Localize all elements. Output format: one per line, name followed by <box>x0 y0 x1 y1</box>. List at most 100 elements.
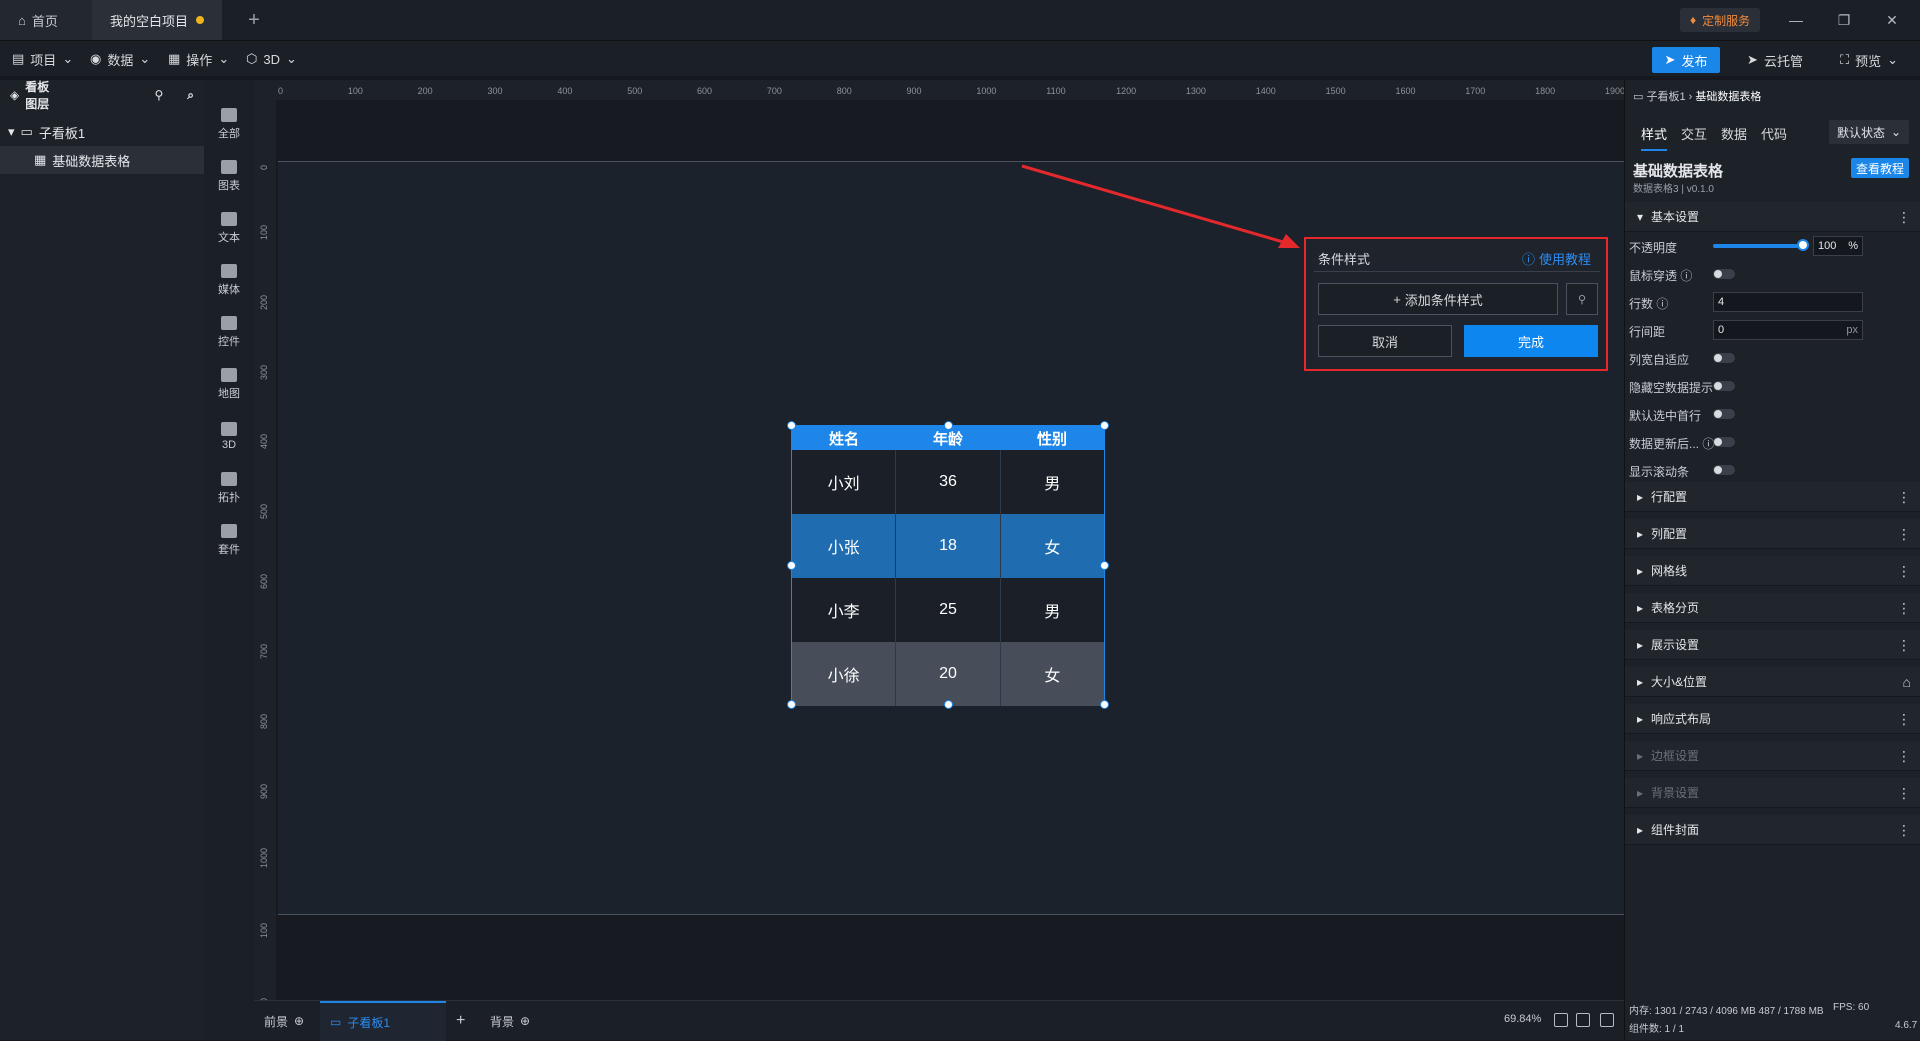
add-condition-button[interactable]: + 添加条件样式 <box>1318 283 1558 315</box>
prop-mouse-through: 鼠标穿透 ⓘ <box>1625 260 1920 288</box>
section-5[interactable]: ▸ 大小&位置 ⌂ <box>1625 667 1920 697</box>
component-category-2[interactable]: 文本 <box>204 202 254 254</box>
keyboard-icon[interactable] <box>1576 1013 1590 1027</box>
more-icon[interactable]: ⋮ <box>1897 209 1911 226</box>
layer-item-table[interactable]: ▦ 基础数据表格 <box>0 146 204 174</box>
scrollbar-toggle[interactable] <box>1713 465 1735 475</box>
resize-handle[interactable] <box>944 700 953 709</box>
section-6[interactable]: ▸ 响应式布局 ⋮ <box>1625 704 1920 734</box>
table-header-cell: 姓名 <box>828 430 859 448</box>
component-category-1[interactable]: 图表 <box>204 150 254 202</box>
tab-home[interactable]: ⌂ 首页 <box>0 0 92 40</box>
fullscreen-icon: ⛶ <box>1839 52 1850 67</box>
layer-item-board[interactable]: ▾ ▭ 子看板1 <box>0 118 204 146</box>
minimize-button[interactable]: — <box>1772 0 1820 40</box>
table-cell: 男 <box>1044 604 1061 621</box>
tab-data[interactable]: 数据 <box>1721 124 1747 143</box>
tutorial-link[interactable]: ⓘ 使用教程 <box>1522 249 1591 268</box>
section-1[interactable]: ▸ 列配置 ⋮ <box>1625 519 1920 549</box>
more-icon[interactable]: ⋮ <box>1897 785 1911 802</box>
mouse-through-toggle[interactable] <box>1713 269 1735 279</box>
component-category-8[interactable]: 套件 <box>204 514 254 566</box>
close-button[interactable]: ✕ <box>1868 0 1916 40</box>
table-row[interactable]: 小刘 36 男 <box>792 450 1104 514</box>
terminal-icon[interactable] <box>1600 1013 1614 1027</box>
section-2[interactable]: ▸ 网格线 ⋮ <box>1625 556 1920 586</box>
tab-interaction[interactable]: 交互 <box>1681 124 1707 143</box>
tab-foreground[interactable]: 前景 ⊕ <box>264 1001 304 1041</box>
tab-style[interactable]: 样式 <box>1641 124 1668 151</box>
component-category-7[interactable]: 拓扑 <box>204 462 254 514</box>
resize-handle[interactable] <box>1100 421 1109 430</box>
rows-input[interactable]: 4 <box>1713 292 1863 312</box>
section-basic[interactable]: ▾ 基本设置 ⋮ <box>1625 202 1920 232</box>
menu-data[interactable]: ◉ 数据 ⌄ <box>90 41 150 77</box>
custom-service-button[interactable]: ♦ 定制服务 <box>1680 8 1761 32</box>
cancel-button[interactable]: 取消 <box>1318 325 1452 357</box>
resize-handle[interactable] <box>787 561 796 570</box>
tab-background[interactable]: 背景 ⊕ <box>490 1001 530 1041</box>
more-icon[interactable]: ⋮ <box>1897 526 1911 543</box>
add-tab-button[interactable]: + <box>236 0 272 40</box>
resize-handle[interactable] <box>1100 700 1109 709</box>
caret-right-icon: ▸ <box>1637 526 1644 541</box>
publish-button[interactable]: ➤ 发布 <box>1652 47 1720 73</box>
more-icon[interactable]: ⋮ <box>1897 637 1911 654</box>
state-select[interactable]: 默认状态 ⌄ <box>1829 120 1909 144</box>
view-tutorial-button[interactable]: 查看教程 <box>1851 158 1909 178</box>
data-table-widget[interactable]: 姓名 年龄 性别 小刘 36 男 小张 18 女 小李 25 男 小徐 20 女 <box>787 421 1109 709</box>
resize-handle[interactable] <box>1100 561 1109 570</box>
tab-project[interactable]: 我的空白项目 <box>92 0 222 40</box>
menu-3d[interactable]: ⬡ 3D ⌄ <box>246 41 297 77</box>
more-icon[interactable]: ⋮ <box>1897 563 1911 580</box>
section-0[interactable]: ▸ 行配置 ⋮ <box>1625 482 1920 512</box>
more-icon[interactable]: ⋮ <box>1897 600 1911 617</box>
row-gap-input[interactable]: 0 px <box>1713 320 1863 340</box>
table-row[interactable]: 小张 18 女 <box>792 514 1104 578</box>
table-row[interactable]: 小李 25 男 <box>792 578 1104 642</box>
plus-circle-icon[interactable]: ⊕ <box>520 1014 530 1028</box>
component-category-0[interactable]: 全部 <box>204 98 254 150</box>
more-icon[interactable]: ⋮ <box>1897 822 1911 839</box>
menu-project[interactable]: ▤ 项目 ⌄ <box>12 41 73 77</box>
more-icon[interactable]: ⋮ <box>1897 711 1911 728</box>
ruler-tick-label: 500 <box>259 504 269 520</box>
resize-handle[interactable] <box>944 421 953 430</box>
filter-icon[interactable]: ⚲ <box>154 88 163 102</box>
opacity-slider[interactable] <box>1713 244 1803 248</box>
opacity-slider-thumb[interactable] <box>1797 239 1809 251</box>
component-category-6[interactable]: 3D <box>204 410 254 462</box>
section-3[interactable]: ▸ 表格分页 ⋮ <box>1625 593 1920 623</box>
component-category-3[interactable]: 媒体 <box>204 254 254 306</box>
add-board-button[interactable]: + <box>456 1001 465 1041</box>
section-4[interactable]: ▸ 展示设置 ⋮ <box>1625 630 1920 660</box>
plus-circle-icon[interactable]: ⊕ <box>294 1014 304 1028</box>
select-first-toggle[interactable] <box>1713 409 1735 419</box>
zoom-level[interactable]: 69.84% <box>1504 1013 1541 1025</box>
component-category-4[interactable]: 控件 <box>204 306 254 358</box>
preview-button[interactable]: ⛶ 预览 ⌄ <box>1824 47 1914 73</box>
col-auto-toggle[interactable] <box>1713 353 1735 363</box>
opacity-input[interactable]: 100% <box>1813 236 1863 256</box>
resize-handle[interactable] <box>787 421 796 430</box>
tab-board[interactable]: ▭ 子看板1 <box>320 1001 446 1041</box>
data-update-toggle[interactable] <box>1713 437 1735 447</box>
restore-button[interactable]: ❐ <box>1820 0 1868 40</box>
tab-code[interactable]: 代码 <box>1761 124 1787 143</box>
section-9[interactable]: ▸ 组件封面 ⋮ <box>1625 815 1920 845</box>
fit-screen-icon[interactable] <box>1554 1013 1568 1027</box>
hide-empty-toggle[interactable] <box>1713 381 1735 391</box>
resize-handle[interactable] <box>787 700 796 709</box>
clear-filter-button[interactable]: ⚲ <box>1566 283 1598 315</box>
more-icon[interactable]: ⋮ <box>1897 489 1911 506</box>
section-7[interactable]: ▸ 边框设置 ⋮ <box>1625 741 1920 771</box>
search-icon[interactable]: ⌕ <box>187 88 194 103</box>
section-8[interactable]: ▸ 背景设置 ⋮ <box>1625 778 1920 808</box>
more-icon[interactable]: ⋮ <box>1897 748 1911 765</box>
lock-icon[interactable]: ⌂ <box>1903 674 1911 690</box>
menu-operate[interactable]: ▦ 操作 ⌄ <box>168 41 229 77</box>
cloud-hosting-button[interactable]: ➤ 云托管 <box>1730 47 1820 73</box>
table-row[interactable]: 小徐 20 女 <box>792 642 1104 706</box>
component-category-5[interactable]: 地图 <box>204 358 254 410</box>
done-button[interactable]: 完成 <box>1464 325 1598 357</box>
